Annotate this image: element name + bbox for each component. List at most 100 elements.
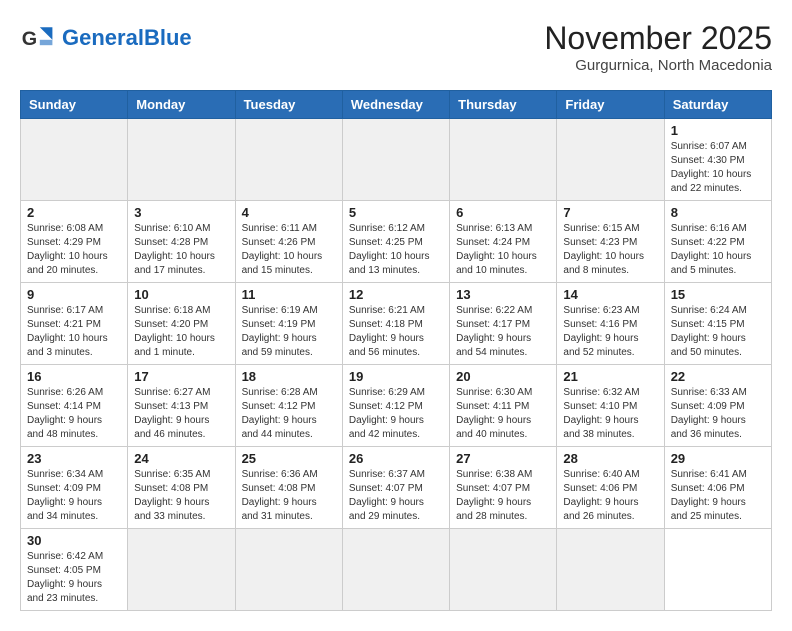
logo-general: General [62, 25, 144, 50]
day-number: 22 [671, 369, 765, 384]
logo: G GeneralBlue [20, 20, 192, 56]
logo-icon: G [20, 20, 56, 56]
day-number: 25 [242, 451, 336, 466]
empty-cell [450, 529, 557, 611]
day-number: 13 [456, 287, 550, 302]
empty-cell [128, 529, 235, 611]
col-wednesday: Wednesday [342, 91, 449, 119]
col-saturday: Saturday [664, 91, 771, 119]
day-cell: 8 Sunrise: 6:16 AMSunset: 4:22 PMDayligh… [664, 201, 771, 283]
day-cell: 29 Sunrise: 6:41 AMSunset: 4:06 PMDaylig… [664, 447, 771, 529]
calendar-table: Sunday Monday Tuesday Wednesday Thursday… [20, 90, 772, 611]
day-cell: 13 Sunrise: 6:22 AMSunset: 4:17 PMDaylig… [450, 283, 557, 365]
day-cell: 20 Sunrise: 6:30 AMSunset: 4:11 PMDaylig… [450, 365, 557, 447]
svg-text:G: G [22, 28, 37, 50]
day-number: 26 [349, 451, 443, 466]
day-number: 4 [242, 205, 336, 220]
calendar-row: 23 Sunrise: 6:34 AMSunset: 4:09 PMDaylig… [21, 447, 772, 529]
day-number: 6 [456, 205, 550, 220]
day-info: Sunrise: 6:21 AMSunset: 4:18 PMDaylight:… [349, 304, 443, 360]
day-cell: 28 Sunrise: 6:40 AMSunset: 4:06 PMDaylig… [557, 447, 664, 529]
day-cell: 15 Sunrise: 6:24 AMSunset: 4:15 PMDaylig… [664, 283, 771, 365]
empty-cell [342, 529, 449, 611]
col-tuesday: Tuesday [235, 91, 342, 119]
day-cell: 5 Sunrise: 6:12 AMSunset: 4:25 PMDayligh… [342, 201, 449, 283]
day-cell: 22 Sunrise: 6:33 AMSunset: 4:09 PMDaylig… [664, 365, 771, 447]
empty-cell [450, 119, 557, 201]
day-cell: 9 Sunrise: 6:17 AMSunset: 4:21 PMDayligh… [21, 283, 128, 365]
day-cell: 24 Sunrise: 6:35 AMSunset: 4:08 PMDaylig… [128, 447, 235, 529]
day-number: 2 [27, 205, 121, 220]
day-info: Sunrise: 6:24 AMSunset: 4:15 PMDaylight:… [671, 304, 765, 360]
day-number: 16 [27, 369, 121, 384]
day-cell: 19 Sunrise: 6:29 AMSunset: 4:12 PMDaylig… [342, 365, 449, 447]
day-cell: 6 Sunrise: 6:13 AMSunset: 4:24 PMDayligh… [450, 201, 557, 283]
location-title: Gurgurnica, North Macedonia [544, 57, 772, 74]
col-thursday: Thursday [450, 91, 557, 119]
day-number: 27 [456, 451, 550, 466]
day-info: Sunrise: 6:12 AMSunset: 4:25 PMDaylight:… [349, 222, 443, 278]
day-info: Sunrise: 6:28 AMSunset: 4:12 PMDaylight:… [242, 386, 336, 442]
day-number: 1 [671, 123, 765, 138]
calendar-row: 16 Sunrise: 6:26 AMSunset: 4:14 PMDaylig… [21, 365, 772, 447]
day-cell: 27 Sunrise: 6:38 AMSunset: 4:07 PMDaylig… [450, 447, 557, 529]
day-info: Sunrise: 6:13 AMSunset: 4:24 PMDaylight:… [456, 222, 550, 278]
day-info: Sunrise: 6:23 AMSunset: 4:16 PMDaylight:… [563, 304, 657, 360]
day-number: 21 [563, 369, 657, 384]
day-info: Sunrise: 6:16 AMSunset: 4:22 PMDaylight:… [671, 222, 765, 278]
day-info: Sunrise: 6:41 AMSunset: 4:06 PMDaylight:… [671, 468, 765, 524]
day-cell: 25 Sunrise: 6:36 AMSunset: 4:08 PMDaylig… [235, 447, 342, 529]
day-info: Sunrise: 6:19 AMSunset: 4:19 PMDaylight:… [242, 304, 336, 360]
day-cell: 23 Sunrise: 6:34 AMSunset: 4:09 PMDaylig… [21, 447, 128, 529]
col-sunday: Sunday [21, 91, 128, 119]
calendar-header-row: Sunday Monday Tuesday Wednesday Thursday… [21, 91, 772, 119]
calendar-row: 2 Sunrise: 6:08 AMSunset: 4:29 PMDayligh… [21, 201, 772, 283]
day-cell: 4 Sunrise: 6:11 AMSunset: 4:26 PMDayligh… [235, 201, 342, 283]
day-number: 20 [456, 369, 550, 384]
day-info: Sunrise: 6:18 AMSunset: 4:20 PMDaylight:… [134, 304, 228, 360]
day-cell: 10 Sunrise: 6:18 AMSunset: 4:20 PMDaylig… [128, 283, 235, 365]
calendar-row: 30 Sunrise: 6:42 AMSunset: 4:05 PMDaylig… [21, 529, 772, 611]
day-cell: 17 Sunrise: 6:27 AMSunset: 4:13 PMDaylig… [128, 365, 235, 447]
logo-blue: Blue [144, 25, 192, 50]
day-info: Sunrise: 6:35 AMSunset: 4:08 PMDaylight:… [134, 468, 228, 524]
day-cell: 12 Sunrise: 6:21 AMSunset: 4:18 PMDaylig… [342, 283, 449, 365]
day-number: 10 [134, 287, 228, 302]
day-number: 24 [134, 451, 228, 466]
day-number: 5 [349, 205, 443, 220]
day-cell: 3 Sunrise: 6:10 AMSunset: 4:28 PMDayligh… [128, 201, 235, 283]
day-number: 30 [27, 533, 121, 548]
day-number: 11 [242, 287, 336, 302]
empty-cell [557, 529, 664, 611]
day-info: Sunrise: 6:40 AMSunset: 4:06 PMDaylight:… [563, 468, 657, 524]
day-info: Sunrise: 6:11 AMSunset: 4:26 PMDaylight:… [242, 222, 336, 278]
empty-cell [557, 119, 664, 201]
day-cell: 18 Sunrise: 6:28 AMSunset: 4:12 PMDaylig… [235, 365, 342, 447]
day-info: Sunrise: 6:15 AMSunset: 4:23 PMDaylight:… [563, 222, 657, 278]
empty-cell [342, 119, 449, 201]
title-area: November 2025 Gurgurnica, North Macedoni… [544, 20, 772, 74]
day-info: Sunrise: 6:33 AMSunset: 4:09 PMDaylight:… [671, 386, 765, 442]
day-number: 7 [563, 205, 657, 220]
day-number: 23 [27, 451, 121, 466]
day-cell: 11 Sunrise: 6:19 AMSunset: 4:19 PMDaylig… [235, 283, 342, 365]
calendar-row: 9 Sunrise: 6:17 AMSunset: 4:21 PMDayligh… [21, 283, 772, 365]
day-info: Sunrise: 6:32 AMSunset: 4:10 PMDaylight:… [563, 386, 657, 442]
day-number: 29 [671, 451, 765, 466]
day-info: Sunrise: 6:42 AMSunset: 4:05 PMDaylight:… [27, 550, 121, 606]
day-cell: 16 Sunrise: 6:26 AMSunset: 4:14 PMDaylig… [21, 365, 128, 447]
day-cell: 2 Sunrise: 6:08 AMSunset: 4:29 PMDayligh… [21, 201, 128, 283]
day-number: 14 [563, 287, 657, 302]
day-info: Sunrise: 6:07 AMSunset: 4:30 PMDaylight:… [671, 140, 765, 196]
empty-cell [235, 119, 342, 201]
day-info: Sunrise: 6:08 AMSunset: 4:29 PMDaylight:… [27, 222, 121, 278]
day-info: Sunrise: 6:10 AMSunset: 4:28 PMDaylight:… [134, 222, 228, 278]
day-info: Sunrise: 6:29 AMSunset: 4:12 PMDaylight:… [349, 386, 443, 442]
empty-cell [21, 119, 128, 201]
day-info: Sunrise: 6:36 AMSunset: 4:08 PMDaylight:… [242, 468, 336, 524]
calendar-row: 1 Sunrise: 6:07 AMSunset: 4:30 PMDayligh… [21, 119, 772, 201]
day-info: Sunrise: 6:17 AMSunset: 4:21 PMDaylight:… [27, 304, 121, 360]
month-title: November 2025 [544, 20, 772, 57]
day-info: Sunrise: 6:22 AMSunset: 4:17 PMDaylight:… [456, 304, 550, 360]
day-cell: 21 Sunrise: 6:32 AMSunset: 4:10 PMDaylig… [557, 365, 664, 447]
